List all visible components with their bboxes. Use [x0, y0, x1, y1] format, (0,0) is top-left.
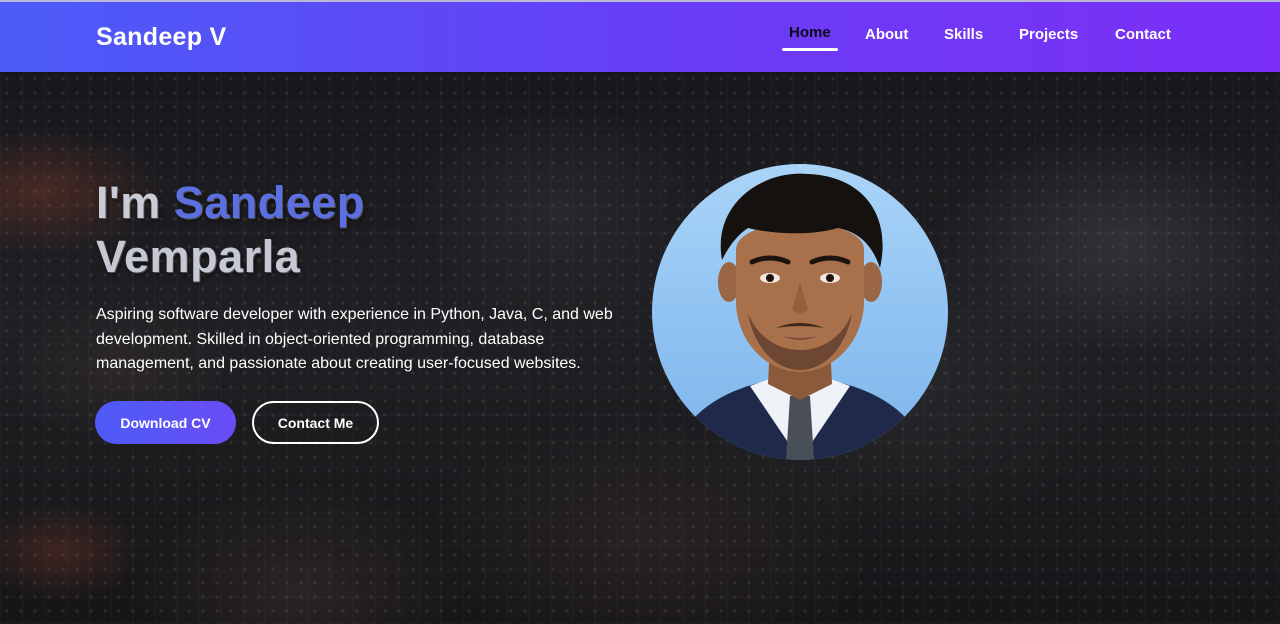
hero-description: Aspiring software developer with experie…	[96, 306, 613, 372]
contact-me-button[interactable]: Contact Me	[252, 401, 379, 444]
profile-photo-illustration	[672, 173, 928, 460]
navbar: Sandeep V Home About Skills Projects Con…	[0, 0, 1280, 72]
nav-link-about[interactable]: About	[865, 26, 908, 43]
nav-link-projects[interactable]: Projects	[1019, 26, 1078, 43]
active-nav-indicator	[782, 48, 838, 51]
profile-photo	[652, 164, 948, 460]
nav-link-contact[interactable]: Contact	[1115, 26, 1171, 43]
brand-logo[interactable]: Sandeep V	[96, 23, 227, 52]
download-cv-button[interactable]: Download CV	[95, 401, 236, 444]
hero-title: I'm Sandeep Vemparla	[96, 176, 616, 284]
nav-link-skills[interactable]: Skills	[944, 26, 983, 43]
hero-title-name: Sandeep	[173, 177, 365, 228]
hero-title-prefix: I'm	[96, 177, 174, 228]
nav-link-home[interactable]: Home	[789, 24, 831, 41]
hero-title-surname: Vemparla	[96, 231, 301, 282]
